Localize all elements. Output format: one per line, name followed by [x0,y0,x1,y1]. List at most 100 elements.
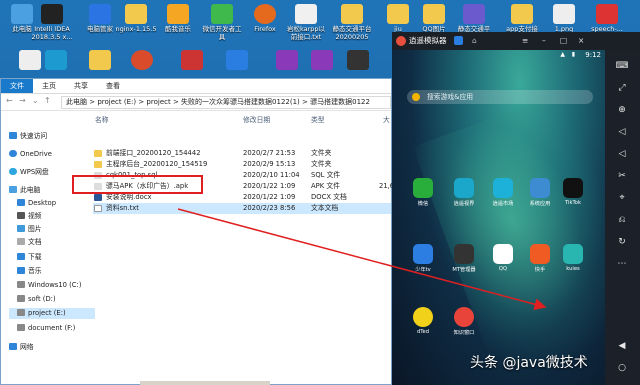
app-kuies[interactable]: kuies [558,244,588,272]
image-icon [553,4,575,24]
file-row[interactable]: 主程序后台_20200120_154519 2020/2/9 15:13 文件夹 [93,159,391,170]
sidebar-item-network[interactable]: 网络 [9,342,34,353]
app-xiaoyao-view[interactable]: 逍遥视界 [449,178,479,207]
computer-icon [9,186,17,193]
back-icon[interactable]: ◀ [615,340,629,352]
tab-share[interactable]: 共享 [65,79,97,93]
menu-icon[interactable]: ≡ [522,32,528,50]
app-market[interactable]: 逍遥市场 [488,178,518,207]
breadcrumb-item[interactable]: 失败的一次众筹骠马搭建数据0122(1) [181,98,300,106]
app-knowledge[interactable]: 知识窗口 [449,307,479,336]
column-name[interactable]: 名称 [95,114,109,124]
shake-icon[interactable]: ⎌ [615,214,629,226]
cloud-icon [9,150,17,157]
keyboard-icon[interactable]: ⌨ [615,60,629,72]
screenshot-icon[interactable]: ✂ [615,170,629,182]
sidebar-item-desktop[interactable]: Desktop [17,198,56,209]
drag-bar [140,381,270,385]
breadcrumb-item[interactable]: project (E:) [97,98,136,106]
desktop-icon-traffic[interactable]: 静态交通平台20200205 [330,2,374,41]
sidebar-item-drive-e[interactable]: project (E:) [9,308,95,319]
recent-chevron-icon[interactable]: ⌄ [32,96,39,105]
column-size[interactable]: 大 [383,114,390,124]
sidebar-item-wps[interactable]: WPS网盘 [9,167,49,178]
sidebar-item-drive-f[interactable]: document (F:) [17,323,75,334]
column-type[interactable]: 类型 [311,114,325,124]
breadcrumb-item[interactable]: 此电脑 [66,98,87,106]
location-icon[interactable]: ⌖ [615,192,629,204]
highlight-box [72,175,203,194]
image-icon [347,50,369,70]
shield-icon [89,4,111,24]
desktop-icon-row2-5[interactable] [170,48,214,71]
desktop-icon-speech[interactable]: speech-... [585,2,629,33]
app-kuaishou[interactable]: 快手 [525,244,555,273]
breadcrumb-item[interactable]: 骠马搭建数据0122 [310,98,370,106]
apk-install-icon[interactable]: ⊕ [615,104,629,116]
android-screen[interactable]: 9:12 ▮ ▲ 搜索游戏&应用 微信 逍遥视界 逍遥市场 系统应用 TikTo… [392,50,605,385]
forward-icon[interactable]: → [19,96,26,105]
up-icon[interactable]: ↑ [44,96,51,105]
app-mt[interactable]: MT管理器 [449,244,479,273]
desktop-icon-idea[interactable]: Intelli IDEA 2018.3.5 x... [30,2,74,41]
close-icon[interactable]: × [578,32,584,50]
desktop-icon-row2-4[interactable] [120,48,164,71]
sidebar-item-documents[interactable]: 文档 [17,237,42,248]
desktop-icon-row2-2[interactable] [34,48,78,71]
file-row-selected[interactable]: 资料sn.txt 2020/2/23 8:56 文本文档 [93,203,391,214]
app-system[interactable]: 系统应用 [525,178,555,207]
breadcrumb-item[interactable]: project [146,98,170,106]
tab-home[interactable]: 主页 [33,79,65,93]
desktop-icon-nginx[interactable]: nginx-1.15.5 [114,2,158,33]
desktop-icon-png[interactable]: 1.png [542,2,586,33]
home-icon[interactable]: ○ [615,362,629,374]
desktop-icon-qq-pics[interactable]: QQ图片 [412,2,456,33]
wallpaper-aurora [412,88,605,385]
app-dted[interactable]: dTed [408,307,438,335]
folder-icon [125,4,147,24]
more-icon[interactable]: ⋯ [615,258,629,270]
desktop-icon-wechat-dev[interactable]: 微信开发者工具 [200,2,244,41]
volume-up-icon[interactable]: ◁ [615,126,629,138]
volume-down-icon[interactable]: ◁ [615,148,629,160]
desktop-icon-row2-9[interactable] [336,48,380,71]
desktop-icon-app-pay[interactable]: app支付接 [500,2,544,33]
sidebar-item-onedrive[interactable]: OneDrive [9,149,52,160]
status-bar: 9:12 ▮ ▲ [392,50,605,62]
sidebar-item-quick-access[interactable]: 快速访问 [9,131,47,142]
sidebar-item-videos[interactable]: 视频 [17,211,42,222]
app-icon [226,50,248,70]
idea-icon [41,4,63,24]
file-row[interactable]: 前端接口_20200120_154442 2020/2/7 21:53 文件夹 [93,148,391,159]
app-wechat[interactable]: 微信 [408,178,438,207]
sidebar-item-drive-d[interactable]: soft (D:) [17,294,56,305]
folder-icon [387,4,409,24]
column-date[interactable]: 修改日期 [243,114,270,124]
desktop-icon-row2-3[interactable] [78,48,122,71]
home-icon[interactable]: ⌂ [472,32,477,50]
tab-file[interactable]: 文件 [1,79,33,93]
desktop-icon-row2-6[interactable] [215,48,259,71]
search-bar[interactable]: 搜索游戏&应用 [407,90,593,104]
minimize-icon[interactable]: – [542,32,546,50]
sidebar-item-drive-c[interactable]: Windows10 (C:) [17,280,82,291]
app-tiktok[interactable]: TikTok [558,178,588,206]
rotate-icon[interactable]: ↻ [615,236,629,248]
desktop-icon-firefox[interactable]: Firefox [243,2,287,33]
desktop-icon-kuwo[interactable]: 酷我音乐 [156,2,200,33]
breadcrumb[interactable]: 此电脑 > project (E:) > project > 失败的一次众筹骠马… [61,96,391,109]
tab-view[interactable]: 查看 [97,79,129,93]
app-qq[interactable]: QQ [488,244,518,272]
back-icon[interactable]: ← [6,96,13,105]
sidebar-item-this-pc[interactable]: 此电脑 [9,185,40,196]
desktop-icon-txt[interactable]: 岩松karpp以前接口.txt [284,2,328,41]
maximize-icon[interactable]: □ [560,32,567,50]
video-icon [454,178,474,198]
app-tab-icon[interactable] [454,36,463,45]
desktop-icon-traffic2[interactable]: 静态交通平 [452,2,496,33]
sidebar-item-downloads[interactable]: 下载 [17,252,42,263]
fullscreen-icon[interactable]: ⤢ [615,82,629,94]
app-shaonian[interactable]: 少年tv [408,244,438,273]
sidebar-item-pictures[interactable]: 图片 [17,224,42,235]
sidebar-item-music[interactable]: 音乐 [17,266,42,277]
